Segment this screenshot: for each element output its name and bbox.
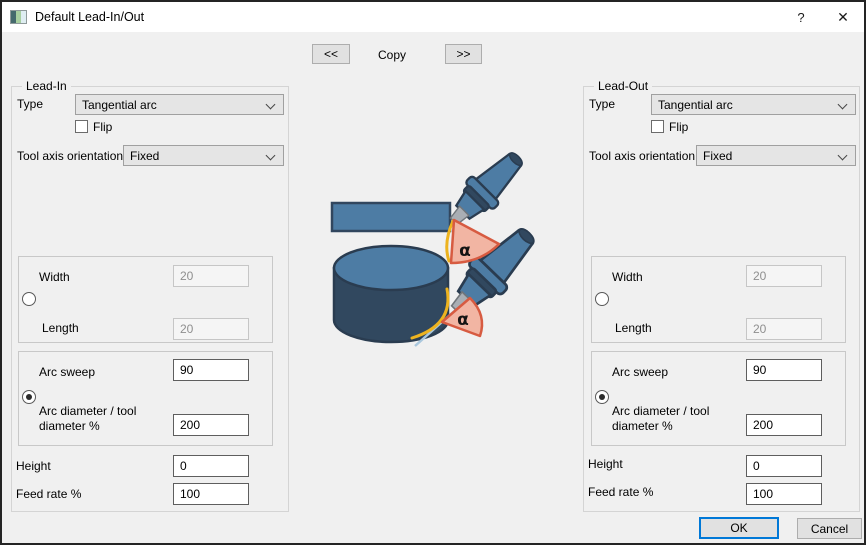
lead-out-height-input[interactable] [746, 455, 822, 477]
copy-label: Copy [367, 48, 417, 62]
chevron-down-icon [266, 100, 276, 110]
alpha-label-upper: α [459, 241, 471, 261]
lead-in-flip-checkbox[interactable] [75, 120, 88, 133]
lead-in-feed-rate-input[interactable] [173, 483, 249, 505]
lead-out-feed-rate-input[interactable] [746, 483, 822, 505]
lead-in-length-input [173, 318, 249, 340]
chevron-down-icon [838, 100, 848, 110]
dialog-window: Default Lead-In/Out ? ✕ << Copy >> Lead-… [0, 0, 866, 545]
lead-out-tool-axis-value: Fixed [703, 149, 732, 163]
help-button[interactable]: ? [780, 2, 822, 32]
lead-out-length-input [746, 318, 822, 340]
alpha-label-lower: α [457, 310, 469, 330]
lead-in-arc-sweep-label: Arc sweep [39, 365, 95, 379]
lead-in-width-input [173, 265, 249, 287]
lead-out-type-value: Tangential arc [658, 98, 733, 112]
lead-out-tool-axis-label: Tool axis orientation [589, 149, 695, 163]
lead-out-height-label: Height [588, 457, 623, 471]
cancel-button[interactable]: Cancel [797, 518, 862, 539]
lead-out-length-label: Length [615, 321, 652, 335]
close-button[interactable]: ✕ [822, 2, 864, 32]
lead-out-arc-mode-radio[interactable] [595, 390, 609, 404]
lead-out-flip-checkbox[interactable] [651, 120, 664, 133]
lead-out-arc-sweep-label: Arc sweep [612, 365, 668, 379]
ok-button[interactable]: OK [699, 517, 779, 539]
copy-back-button[interactable]: << [312, 44, 350, 64]
lead-in-type-dropdown[interactable]: Tangential arc [75, 94, 284, 115]
lead-in-height-input[interactable] [173, 455, 249, 477]
lead-in-flip-label: Flip [93, 120, 112, 134]
chevron-down-icon [838, 151, 848, 161]
lead-out-type-dropdown[interactable]: Tangential arc [651, 94, 856, 115]
window-title: Default Lead-In/Out [35, 10, 144, 24]
lead-out-arc-sweep-input[interactable] [746, 359, 822, 381]
lead-out-group: Lead-Out Type Tangential arc Flip Tool a… [583, 86, 860, 512]
lead-in-arc-diameter-input[interactable] [173, 414, 249, 436]
lead-in-width-label: Width [39, 270, 70, 284]
lead-in-type-value: Tangential arc [82, 98, 157, 112]
lead-out-feed-rate-label: Feed rate % [588, 485, 653, 499]
lead-out-arc-box: Arc sweep Arc diameter / tool diameter % [591, 351, 846, 446]
lead-out-tool-axis-dropdown[interactable]: Fixed [696, 145, 856, 166]
titlebar: Default Lead-In/Out ? ✕ [2, 2, 864, 32]
lead-in-size-box: Width Length [18, 256, 273, 343]
lead-in-type-label: Type [17, 97, 43, 111]
lead-in-arc-box: Arc sweep Arc diameter / tool diameter % [18, 351, 273, 446]
lead-in-length-label: Length [42, 321, 79, 335]
lead-out-type-label: Type [589, 97, 615, 111]
lead-out-arc-diameter-label: Arc diameter / tool diameter % [612, 404, 730, 434]
lead-out-size-box: Width Length [591, 256, 846, 343]
lead-out-size-mode-radio[interactable] [595, 292, 609, 306]
lead-in-height-label: Height [16, 459, 51, 473]
copy-forward-button[interactable]: >> [445, 44, 482, 64]
lead-in-group: Lead-In Type Tangential arc Flip Tool ax… [11, 86, 289, 512]
lead-in-group-label: Lead-In [22, 79, 71, 93]
lead-in-arc-diameter-label: Arc diameter / tool diameter % [39, 404, 157, 434]
lead-in-arc-mode-radio[interactable] [22, 390, 36, 404]
chevron-down-icon [266, 151, 276, 161]
lead-in-tool-axis-label: Tool axis orientation [17, 149, 123, 163]
lead-out-width-label: Width [612, 270, 643, 284]
lead-in-tool-axis-dropdown[interactable]: Fixed [123, 145, 284, 166]
lead-in-tool-axis-value: Fixed [130, 149, 159, 163]
workpiece-bar [332, 203, 450, 231]
lead-out-flip-label: Flip [669, 120, 688, 134]
lead-out-width-input [746, 265, 822, 287]
lead-in-out-illustration: α α [302, 132, 582, 372]
lead-out-arc-diameter-input[interactable] [746, 414, 822, 436]
lead-in-size-mode-radio[interactable] [22, 292, 36, 306]
app-icon [10, 10, 27, 24]
lead-out-group-label: Lead-Out [594, 79, 652, 93]
lead-in-arc-sweep-input[interactable] [173, 359, 249, 381]
lead-in-feed-rate-label: Feed rate % [16, 487, 81, 501]
